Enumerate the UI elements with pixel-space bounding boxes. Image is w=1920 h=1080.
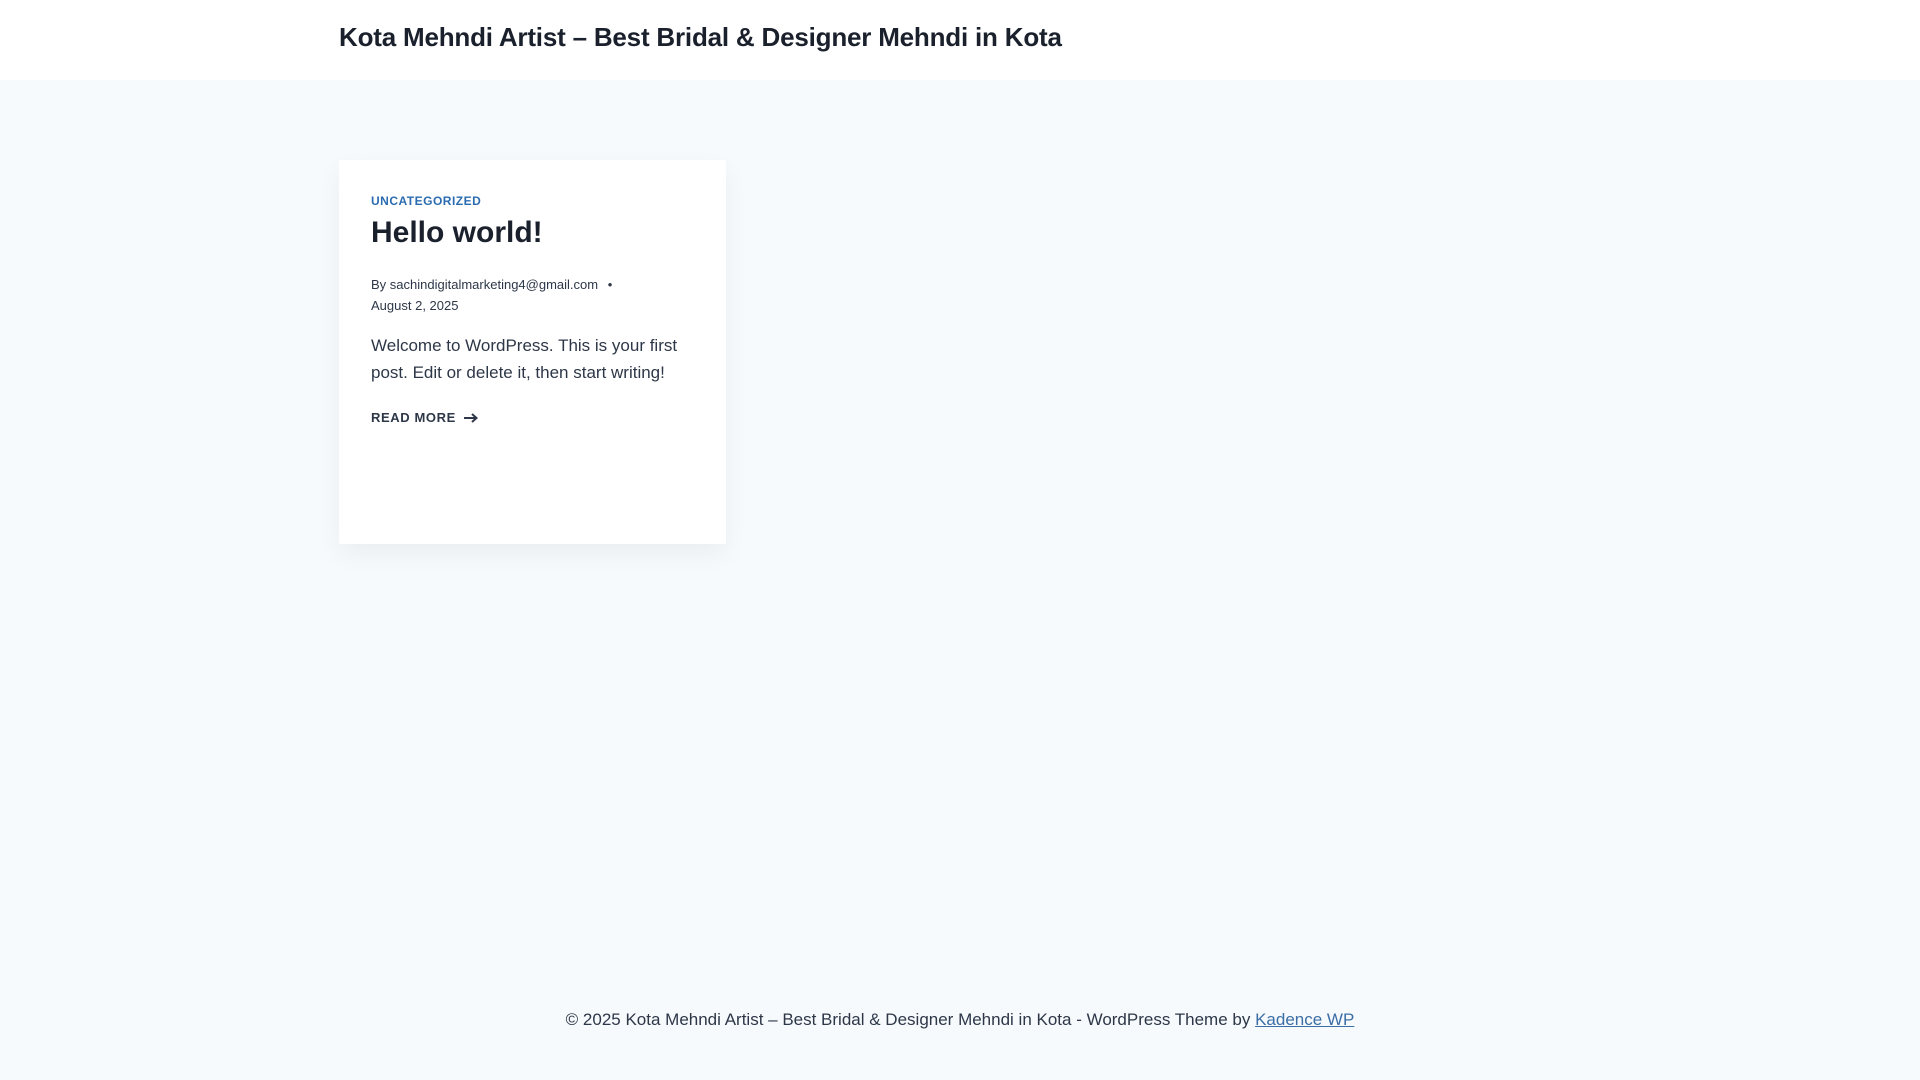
post-category-link[interactable]: UNCATEGORIZED xyxy=(371,194,481,208)
post-meta-author-line: By sachindigitalmarketing4@gmail.com • xyxy=(371,274,694,295)
read-more-link[interactable]: READ MORE xyxy=(371,410,478,425)
site-header: Kota Mehndi Artist – Best Bridal & Desig… xyxy=(0,0,1920,80)
post-category-wrap: UNCATEGORIZED xyxy=(371,192,481,210)
site-title[interactable]: Kota Mehndi Artist – Best Bridal & Desig… xyxy=(339,22,1062,53)
arrow-right-icon xyxy=(463,412,478,423)
post-meta-by-label: By xyxy=(371,277,387,292)
footer-copyright: © 2025 Kota Mehndi Artist – Best Bridal … xyxy=(0,1010,1920,1030)
post-meta-separator: • xyxy=(607,277,613,292)
footer-theme-link[interactable]: Kadence WP xyxy=(1255,1010,1354,1029)
post-title[interactable]: Hello world! xyxy=(371,216,543,250)
post-excerpt: Welcome to WordPress. This is your first… xyxy=(371,336,678,382)
site-footer: © 2025 Kota Mehndi Artist – Best Bridal … xyxy=(0,980,1920,1080)
post-meta: By sachindigitalmarketing4@gmail.com • A… xyxy=(371,274,694,316)
footer-copyright-text: © 2025 Kota Mehndi Artist – Best Bridal … xyxy=(565,1010,1251,1029)
post-author-link[interactable]: sachindigitalmarketing4@gmail.com xyxy=(390,277,598,292)
read-more-label: READ MORE xyxy=(371,410,456,425)
post-card: UNCATEGORIZED Hello world! By sachindigi… xyxy=(339,160,726,544)
post-date: August 2, 2025 xyxy=(371,298,459,313)
main-content: UNCATEGORIZED Hello world! By sachindigi… xyxy=(0,80,1920,980)
